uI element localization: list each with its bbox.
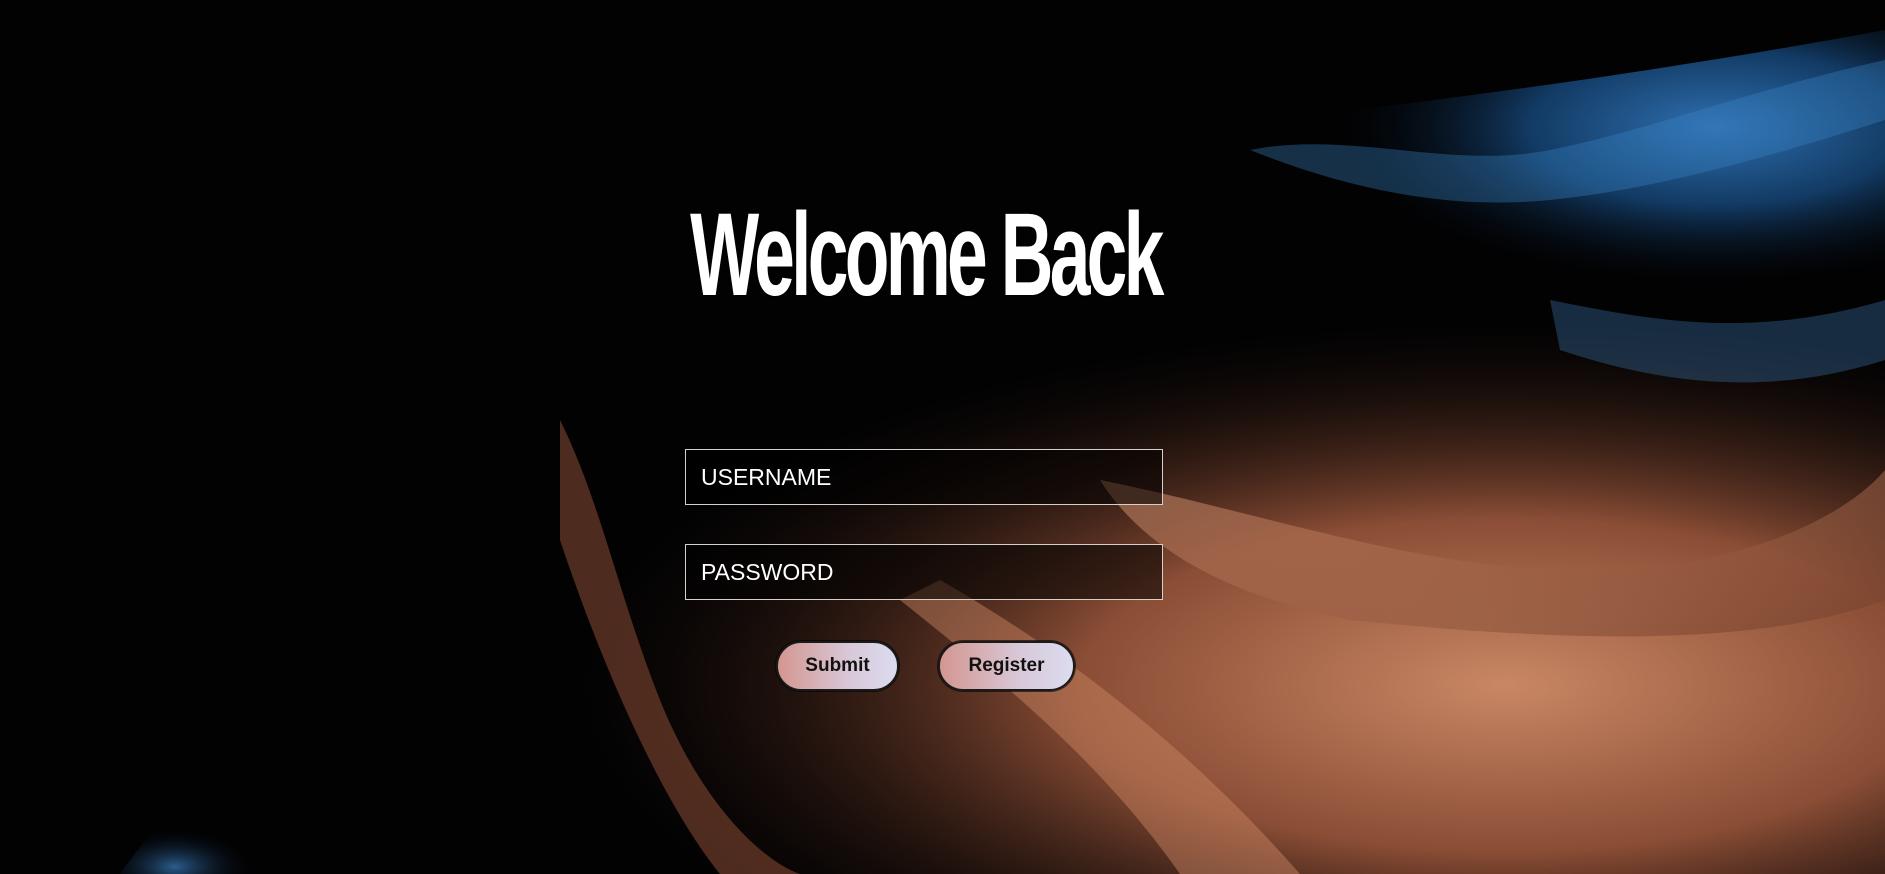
login-page: Welcome Back Submit Register: [0, 0, 1885, 874]
submit-button[interactable]: Submit: [776, 641, 899, 691]
register-button[interactable]: Register: [938, 641, 1075, 691]
background-abstract-paint-image: [0, 0, 1885, 874]
page-title: Welcome Back: [0, 196, 1850, 314]
password-input[interactable]: [685, 544, 1163, 600]
username-input[interactable]: [685, 449, 1163, 505]
page-title-text: Welcome Back: [689, 189, 1164, 321]
